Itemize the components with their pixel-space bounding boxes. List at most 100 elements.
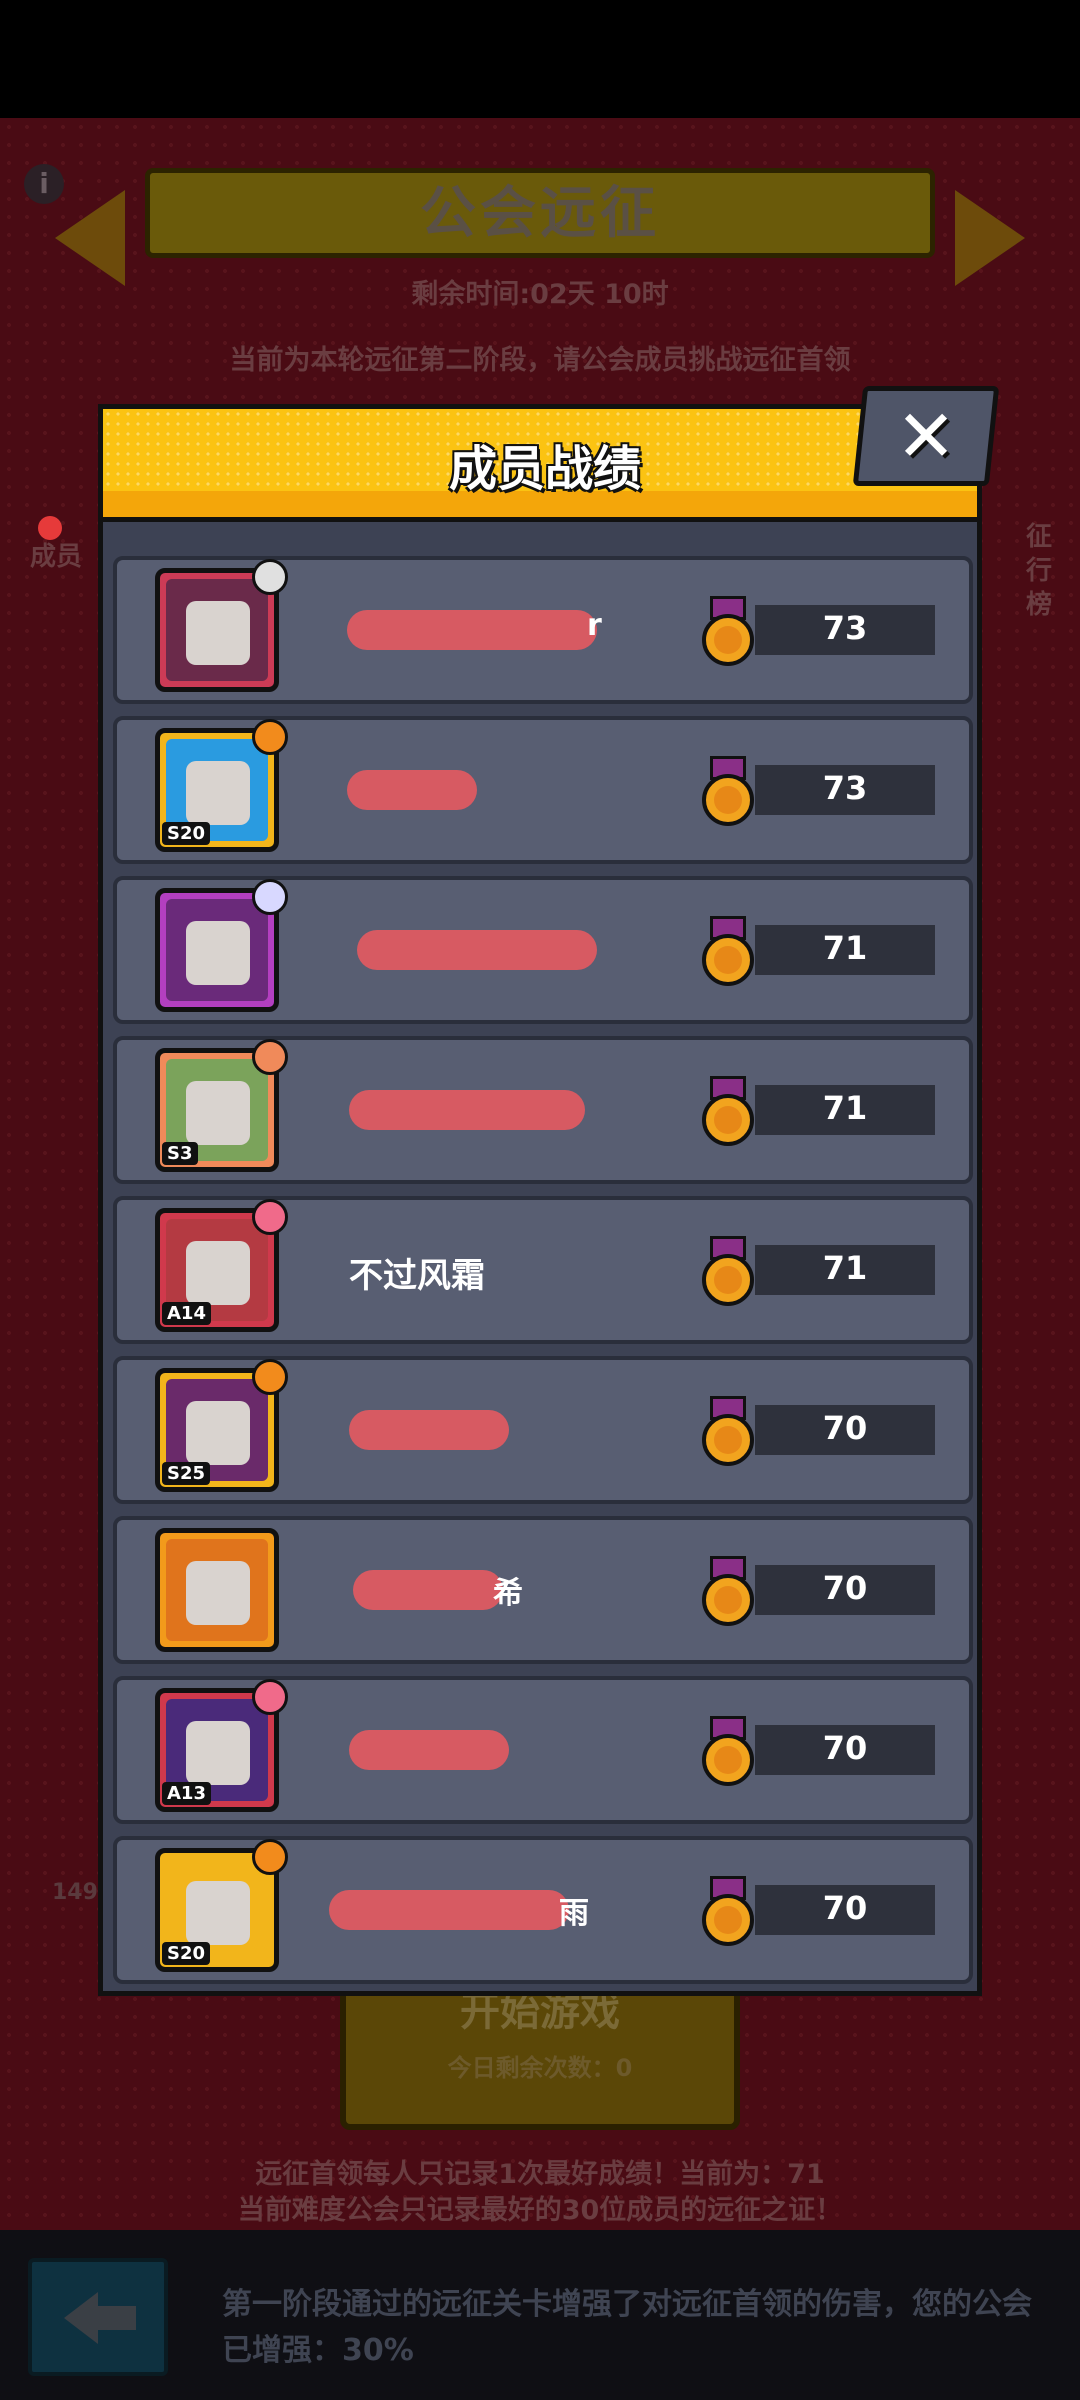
score-box: 70 [755,1565,935,1615]
member-row[interactable]: S3 71 [113,1036,973,1184]
redacted-name [329,1890,569,1930]
avatar-background [166,579,268,681]
rank-tag: S20 [162,1942,211,1965]
member-list[interactable]: r 73 S20 73 71 S3 71 A14 不过风霜 71 S25 70 希 70 A13 70 S20 雨… [98,522,982,1996]
close-button[interactable]: ✕ [852,386,1000,486]
close-icon: ✕ [895,394,957,478]
avatar-face [186,601,250,665]
rank-tag: A13 [162,1782,211,1805]
score-box: 73 [755,605,935,655]
avatar-face [186,761,250,825]
avatar-badge-icon [252,879,288,915]
avatar-badge-icon [252,1039,288,1075]
stage-text: 当前为本轮远征第二阶段，请公会成员挑战远征首领 [229,345,851,376]
member-score: 70 [822,1569,868,1607]
member-row[interactable]: S25 70 [113,1356,973,1504]
rank-tag: S3 [162,1142,198,1165]
redacted-name [347,770,477,810]
avatar-face [186,1721,250,1785]
redacted-name [349,1090,585,1130]
avatar-badge-icon [252,1839,288,1875]
medal-icon [700,596,756,672]
medal-coin-inner [714,626,742,654]
avatar-badge-icon [252,1679,288,1715]
ranking-label[interactable]: 征行榜 [1026,520,1066,622]
member-avatar: S20 [155,719,288,852]
page-title: 公会远征 [420,181,660,246]
medal-coin-inner [714,1586,742,1614]
back-button[interactable] [28,2258,168,2376]
score-box: 73 [755,765,935,815]
member-score: 73 [822,769,868,807]
medal-coin [702,614,754,666]
member-avatar [155,559,288,692]
member-row[interactable]: 71 [113,876,973,1024]
member-avatar [155,1528,279,1652]
medal-coin-inner [714,1746,742,1774]
back-arrow-icon [64,2292,98,2344]
avatar-face [186,1561,250,1625]
member-record-modal: 成员战绩 ✕ r 73 S20 73 71 S3 71 A14 不过风霜 71 S25 70 希 70 A1… [98,386,1000,1996]
medal-coin [702,1574,754,1626]
member-avatar [155,879,288,1012]
member-score: 70 [822,1889,868,1927]
member-row[interactable]: S20 雨 70 [113,1836,973,1984]
member-row[interactable]: 希 70 [113,1516,973,1664]
avatar-background [166,899,268,1001]
member-avatar: A14 [155,1199,288,1332]
member-score: 71 [822,1249,868,1287]
member-score: 70 [822,1409,868,1447]
rank-tag: A14 [162,1302,211,1325]
member-name: 不过风霜 [349,1256,485,1296]
left-number: 149 [52,1880,98,1905]
avatar-badge-icon [252,719,288,755]
member-row[interactable]: A14 不过风霜 71 [113,1196,973,1344]
medal-coin [702,774,754,826]
member-name-suffix: 雨 [559,1896,589,1931]
medal-icon [700,1396,756,1472]
avatar-badge-icon [252,559,288,595]
medal-coin-inner [714,1906,742,1934]
medal-coin [702,934,754,986]
member-name-suffix: r [587,608,602,643]
medal-coin [702,1734,754,1786]
member-avatar: S20 [155,1839,288,1972]
member-row[interactable]: S20 73 [113,716,973,864]
member-row[interactable]: A13 70 [113,1676,973,1824]
avatar-badge-icon [252,1359,288,1395]
medal-coin [702,1254,754,1306]
avatar-background [166,1539,268,1641]
title-banner: 公会远征 [55,168,1025,286]
medal-coin [702,1094,754,1146]
avatar-face [186,1241,250,1305]
avatar-badge-icon [252,1199,288,1235]
redacted-name [353,1570,503,1610]
medal-coin-inner [714,946,742,974]
medal-coin [702,1894,754,1946]
avatar-face [186,1081,250,1145]
member-row[interactable]: r 73 [113,556,973,704]
score-box: 70 [755,1725,935,1775]
note-top30: 当前难度公会只记录最好的30位成员的远征之证！ [237,2195,843,2226]
rank-tag: S25 [162,1462,211,1485]
member-score: 70 [822,1729,868,1767]
members-label[interactable]: 成员 [30,536,82,573]
medal-icon [700,1556,756,1632]
member-score: 73 [822,609,868,647]
member-score: 71 [822,929,868,967]
avatar-face [186,1881,250,1945]
title-plate: 公会远征 [145,168,935,258]
medal-icon [700,1236,756,1312]
medal-icon [700,1076,756,1152]
medal-icon [700,1716,756,1792]
time-remaining: 剩余时间:02天 10时 [411,279,669,310]
score-box: 71 [755,1245,935,1295]
today-remaining: 今日剩余次数：0 [447,2054,633,2082]
boost-text: 第一阶段通过的远征关卡增强了对远征首领的伤害，您的公会已增强：30% [222,2287,1032,2368]
avatar-face [186,921,250,985]
medal-icon [700,756,756,832]
medal-coin-inner [714,786,742,814]
medal-icon [700,1876,756,1952]
back-arrow-tail [96,2306,136,2330]
avatar-face [186,1401,250,1465]
